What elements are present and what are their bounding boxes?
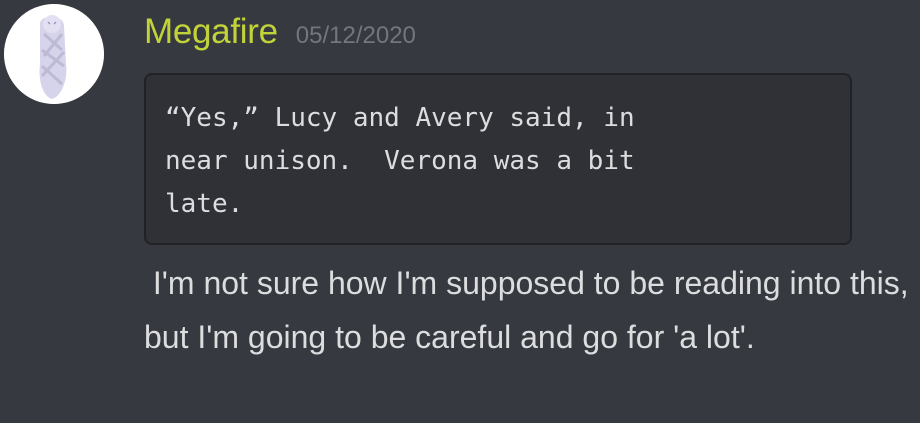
avatar-figure-icon: [4, 4, 104, 104]
chat-message: Megafire 05/12/2020 “Yes,” Lucy and Aver…: [0, 0, 920, 423]
username[interactable]: Megafire: [144, 10, 278, 54]
code-block-text: “Yes,” Lucy and Avery said, in near unis…: [165, 103, 635, 219]
message-text: I'm not sure how I'm supposed to be read…: [144, 265, 918, 355]
message-header: Megafire 05/12/2020: [144, 10, 416, 54]
code-block: “Yes,” Lucy and Avery said, in near unis…: [144, 73, 852, 245]
timestamp: 05/12/2020: [295, 22, 416, 49]
user-avatar[interactable]: [4, 4, 104, 104]
